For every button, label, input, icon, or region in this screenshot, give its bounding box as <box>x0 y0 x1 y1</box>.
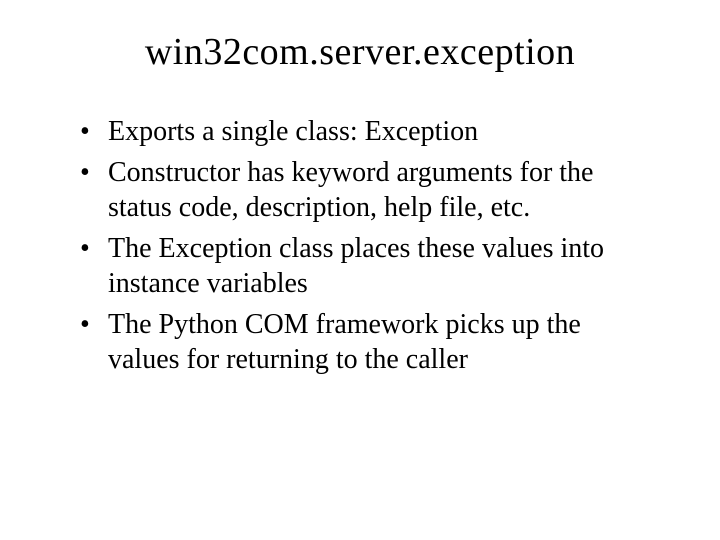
bullet-list: Exports a single class: Exception Constr… <box>80 114 650 377</box>
list-item: The Exception class places these values … <box>80 231 650 301</box>
list-item: Exports a single class: Exception <box>80 114 650 149</box>
slide: win32com.server.exception Exports a sing… <box>0 0 720 540</box>
list-item: Constructor has keyword arguments for th… <box>80 155 650 225</box>
slide-title: win32com.server.exception <box>60 30 660 74</box>
list-item: The Python COM framework picks up the va… <box>80 307 650 377</box>
